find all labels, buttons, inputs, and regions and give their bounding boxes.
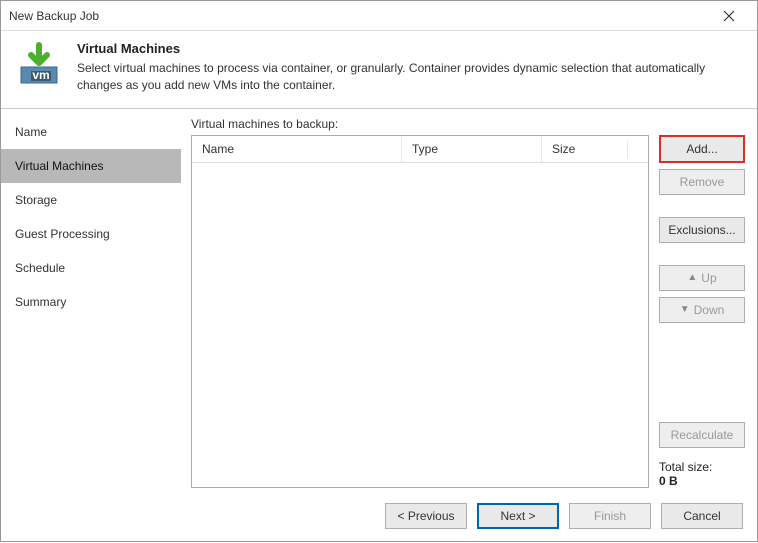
remove-button: Remove <box>659 169 745 195</box>
svg-text:vm: vm <box>32 68 49 82</box>
page-heading: Virtual Machines <box>77 41 743 56</box>
close-button[interactable] <box>709 2 749 30</box>
table-label: Virtual machines to backup: <box>191 117 649 131</box>
recalculate-button: Recalculate <box>659 422 745 448</box>
wizard-sidebar: Name Virtual Machines Storage Guest Proc… <box>1 108 181 488</box>
sidebar-item-guest-processing[interactable]: Guest Processing <box>1 217 181 251</box>
sidebar-item-storage[interactable]: Storage <box>1 183 181 217</box>
column-name[interactable]: Name <box>192 136 402 162</box>
vm-table: Name Type Size <box>191 135 649 488</box>
table-header: Name Type Size <box>192 136 648 163</box>
header: vm Virtual Machines Select virtual machi… <box>1 31 757 108</box>
sidebar-item-name[interactable]: Name <box>1 115 181 149</box>
arrow-up-icon: ▲ <box>687 272 697 283</box>
next-button[interactable]: Next > <box>477 503 559 529</box>
arrow-down-icon: ▼ <box>680 304 690 315</box>
main-left: Virtual machines to backup: Name Type Si… <box>191 117 649 488</box>
footer: < Previous Next > Finish Cancel <box>1 488 757 543</box>
finish-button: Finish <box>569 503 651 529</box>
table-body[interactable] <box>192 163 648 487</box>
previous-button[interactable]: < Previous <box>385 503 467 529</box>
titlebar: New Backup Job <box>1 1 757 31</box>
total-value: 0 B <box>659 474 678 488</box>
exclusions-button[interactable]: Exclusions... <box>659 217 745 243</box>
sidebar-item-summary[interactable]: Summary <box>1 285 181 319</box>
page-description: Select virtual machines to process via c… <box>77 60 743 94</box>
down-label: Down <box>694 303 725 317</box>
up-button: ▲ Up <box>659 265 745 291</box>
window-title: New Backup Job <box>9 9 709 23</box>
vm-wizard-icon: vm <box>15 41 63 89</box>
side-buttons: Add... Remove Exclusions... ▲ Up ▼ Down … <box>659 117 745 488</box>
main-panel: Virtual machines to backup: Name Type Si… <box>181 108 757 488</box>
column-size[interactable]: Size <box>542 136 648 162</box>
up-label: Up <box>701 271 716 285</box>
content: Name Virtual Machines Storage Guest Proc… <box>1 108 757 488</box>
total-label: Total size: <box>659 460 712 474</box>
add-button[interactable]: Add... <box>659 135 745 163</box>
close-icon <box>723 10 735 22</box>
cancel-button[interactable]: Cancel <box>661 503 743 529</box>
total-size: Total size: 0 B <box>659 460 745 488</box>
header-text: Virtual Machines Select virtual machines… <box>77 41 743 94</box>
down-button: ▼ Down <box>659 297 745 323</box>
column-type[interactable]: Type <box>402 136 542 162</box>
sidebar-item-schedule[interactable]: Schedule <box>1 251 181 285</box>
dialog-window: New Backup Job vm Virtual Machines Selec… <box>0 0 758 542</box>
sidebar-item-virtual-machines[interactable]: Virtual Machines <box>1 149 181 183</box>
